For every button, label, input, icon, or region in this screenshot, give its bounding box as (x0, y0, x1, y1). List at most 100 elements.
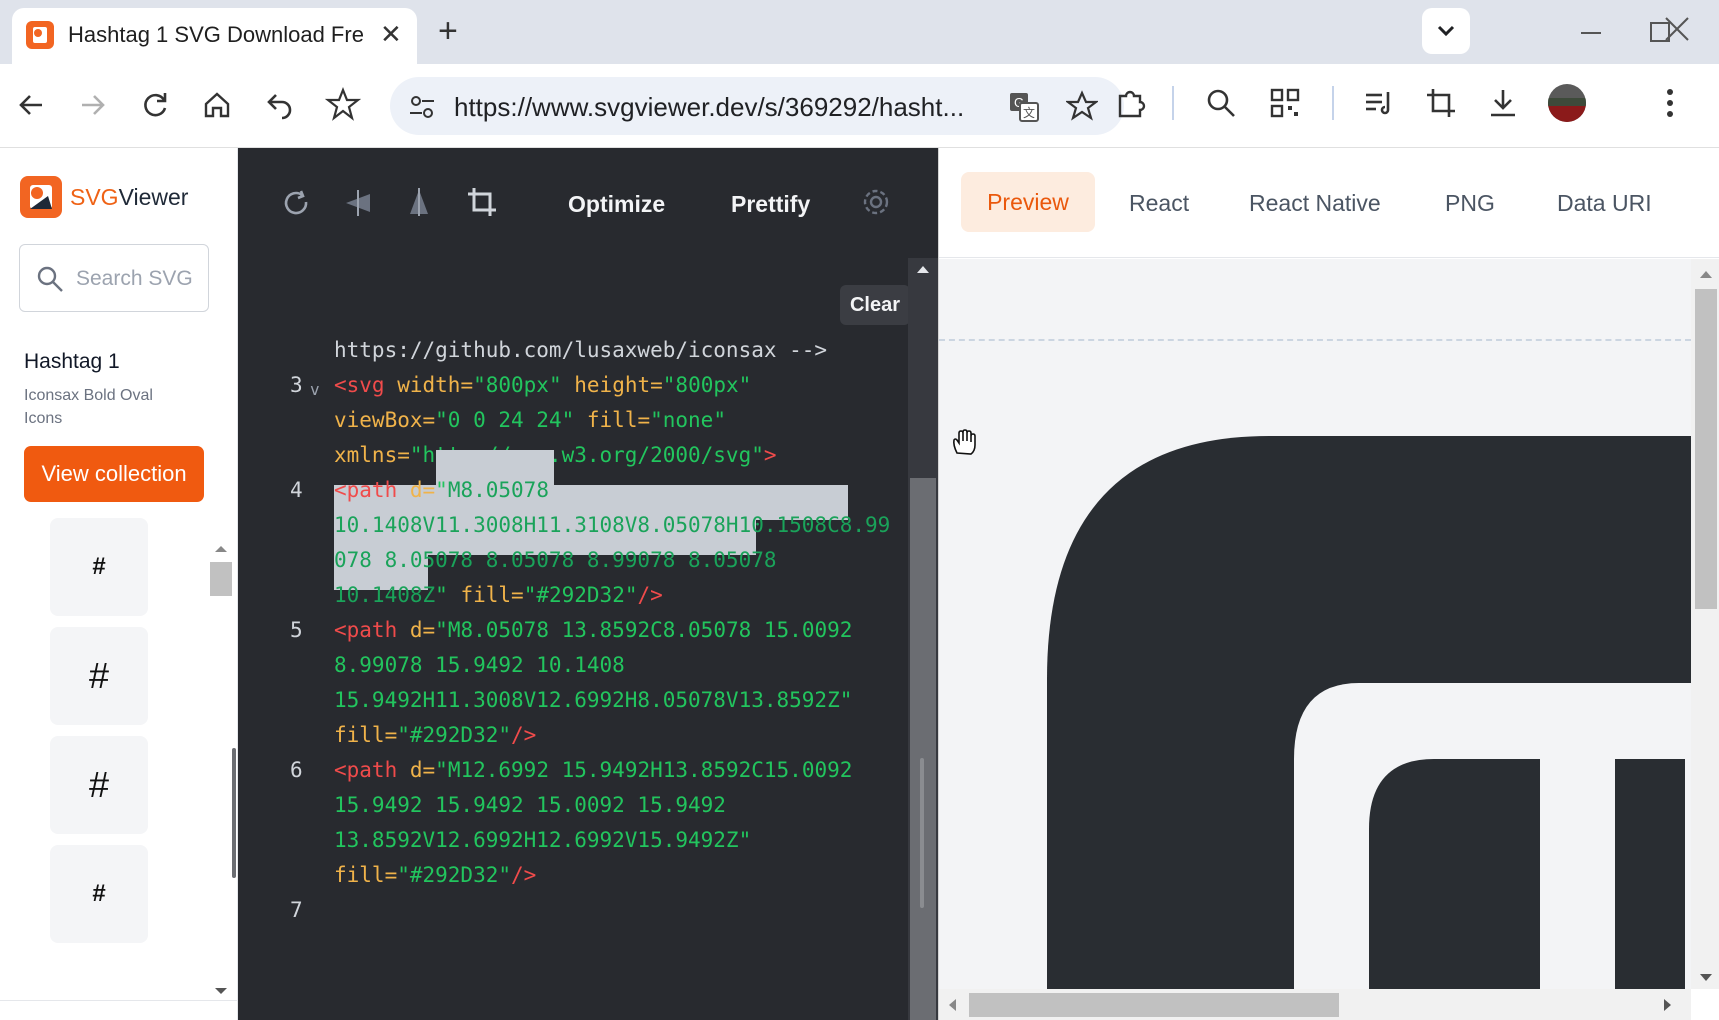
path-open-tag: <path (334, 618, 398, 642)
browser-tab[interactable]: Hashtag 1 SVG Download Fre ✕ (12, 8, 417, 64)
hand-cursor-icon (949, 427, 979, 457)
fill-value: "none" (650, 408, 726, 432)
icon-title: Hashtag 1 (24, 350, 120, 373)
scroll-left-arrow-icon[interactable] (947, 998, 957, 1012)
close-window-icon[interactable] (1662, 14, 1692, 44)
clear-button[interactable]: Clear (840, 285, 910, 325)
viewbox-attr: viewBox= (334, 408, 436, 432)
view-collection-button[interactable]: View collection (24, 446, 204, 502)
toolbar-divider (1332, 86, 1334, 120)
back-icon[interactable] (14, 88, 48, 122)
tab-title: Hashtag 1 SVG Download Fre (68, 22, 364, 47)
related-icon-thumb[interactable]: # (50, 845, 148, 943)
toolbar-divider (1172, 86, 1174, 120)
code-line: 8.99078 15.9492 10.1408 (334, 653, 625, 677)
scroll-down-arrow-icon[interactable] (1699, 973, 1713, 983)
new-tab-icon[interactable]: + (438, 14, 458, 48)
reload-icon[interactable] (138, 88, 172, 122)
settings-gear-icon[interactable] (860, 186, 892, 218)
download-icon[interactable] (1486, 86, 1520, 120)
width-attr: width= (397, 373, 474, 397)
code-line: fill="#292D32"/> (334, 723, 536, 747)
preview-horizontal-scrollbar[interactable] (939, 989, 1691, 1020)
related-icon-thumb[interactable]: # (50, 736, 148, 834)
height-attr: height= (574, 373, 663, 397)
editor-scroll-thumb[interactable] (910, 478, 936, 1020)
menu-kebab-icon[interactable] (1664, 86, 1676, 120)
search-placeholder: Search SVG (76, 267, 193, 290)
d-attr: d= (409, 618, 436, 642)
svg-text:文: 文 (1023, 105, 1035, 120)
related-icon-thumb[interactable]: # (50, 627, 148, 725)
search-icon[interactable] (1204, 86, 1238, 120)
code-line: viewBox="0 0 24 24" fill="none" (334, 408, 726, 432)
line-number: 6 (290, 758, 303, 782)
undo-icon[interactable] (262, 88, 296, 122)
forward-icon[interactable] (76, 88, 110, 122)
line-number: 5 (290, 618, 303, 642)
path-data: "M8.05078 13.8592C8.05078 15.0092 (435, 618, 853, 642)
crop-icon[interactable] (466, 186, 498, 218)
home-icon[interactable] (200, 88, 234, 122)
site-settings-icon[interactable] (408, 93, 436, 121)
svg-preview-canvas[interactable] (939, 259, 1691, 989)
qr-code-icon[interactable] (1268, 86, 1302, 120)
fold-marker-icon[interactable]: v (310, 380, 320, 399)
translate-icon[interactable]: G文 (1008, 91, 1040, 123)
svg-open-tag: <svg (334, 373, 385, 397)
address-bar[interactable]: https://www.svgviewer.dev/s/369292/hasht… (390, 77, 1124, 135)
flip-vertical-icon[interactable] (404, 186, 434, 218)
prettify-button[interactable]: Prettify (731, 191, 810, 218)
tab-png[interactable]: PNG (1445, 190, 1495, 217)
crop-icon[interactable] (1424, 86, 1458, 120)
svgviewer-favicon-icon (26, 21, 54, 49)
fill-value: "#292D32" (523, 583, 638, 607)
site-logo-text[interactable]: SVGViewer (70, 184, 188, 211)
media-queue-icon[interactable] (1362, 86, 1396, 120)
svg-code-editor[interactable]: Optimize Prettify Clear https://github.c… (232, 148, 938, 1020)
zoomed-hashtag-shape (1047, 436, 1691, 989)
browser-tab-strip: Hashtag 1 SVG Download Fre ✕ + (0, 0, 1719, 64)
scroll-up-arrow-icon[interactable] (916, 264, 930, 274)
optimize-button[interactable]: Optimize (568, 191, 665, 218)
rotate-icon[interactable] (282, 188, 312, 218)
fill-value: "#292D32" (397, 723, 512, 747)
tab-preview[interactable]: Preview (961, 172, 1095, 232)
profile-avatar[interactable] (1548, 84, 1586, 122)
scroll-up-arrow-icon[interactable] (1699, 269, 1713, 279)
extensions-icon[interactable] (1114, 86, 1148, 120)
editor-scrollbar[interactable] (908, 258, 938, 1020)
path-data: 8.99078 15.9492 10.1408 (334, 653, 625, 677)
flip-horizontal-icon[interactable] (342, 188, 374, 218)
tab-search-button[interactable] (1422, 8, 1470, 54)
self-close-tag: /> (637, 583, 663, 607)
preview-vertical-scrollbar[interactable] (1691, 259, 1719, 989)
path-data: 15.9492H11.3008V12.6992H8.05078V13.8592Z… (334, 688, 853, 712)
d-attr: d= (409, 758, 436, 782)
tab-close-icon[interactable]: ✕ (380, 18, 402, 50)
preview-vertical-scroll-thumb[interactable] (1695, 289, 1717, 609)
svgviewer-logo-icon[interactable] (20, 176, 62, 218)
url-text: https://www.svgviewer.dev/s/369292/hasht… (454, 92, 965, 122)
path-data-selected: 078 8.05078 8.05078 8.99078 8.05078 (334, 548, 777, 572)
line-number: 4 (290, 478, 303, 502)
tab-react-native[interactable]: React Native (1249, 190, 1381, 217)
minimize-icon[interactable] (1578, 20, 1604, 46)
search-svg-input[interactable]: Search SVG (19, 244, 209, 312)
scroll-right-arrow-icon[interactable] (1663, 998, 1673, 1012)
scroll-position-marker (920, 758, 924, 908)
editor-left-gutter-marker (232, 748, 236, 878)
tab-react[interactable]: React (1129, 190, 1189, 217)
logo-svg-text: SVG (70, 184, 119, 210)
bookmark-star-icon[interactable] (325, 86, 361, 122)
bookmark-this-star-icon[interactable] (1066, 90, 1098, 122)
icon-collection-name[interactable]: Iconsax Bold Oval Icons (24, 384, 194, 430)
tab-data-uri[interactable]: Data URI (1557, 190, 1652, 217)
sidebar-scrollbar[interactable] (208, 538, 234, 1000)
code-line: 15.9492 15.9492 15.0092 15.9492 (334, 793, 726, 817)
related-icon-thumb[interactable]: # (50, 518, 148, 616)
preview-horizontal-scroll-thumb[interactable] (969, 993, 1339, 1017)
code-line: <svg width="800px" height="800px" (334, 373, 751, 397)
self-close-tag: /> (511, 723, 537, 747)
path-open-tag: <path (334, 758, 398, 782)
